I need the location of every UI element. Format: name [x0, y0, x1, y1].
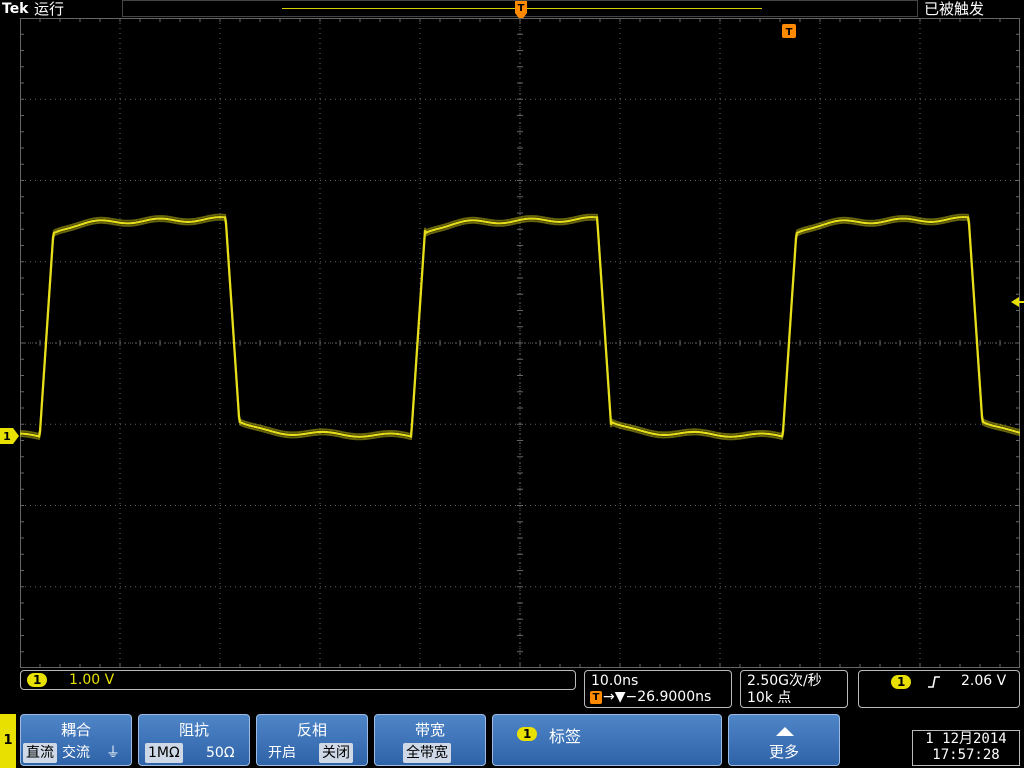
trigger-level-icon[interactable]	[1010, 295, 1024, 309]
run-state: 运行	[34, 0, 65, 18]
invert-button[interactable]: 反相 开启 关闭	[256, 714, 368, 766]
date-text: 1 12月2014	[925, 731, 1007, 747]
brand-logo: Tek	[2, 1, 29, 17]
arrow-up-icon	[776, 727, 794, 736]
trigger-source-badge: 1	[891, 675, 912, 689]
menu-channel-tab[interactable]: 1	[0, 714, 16, 768]
record-length: 10k 点	[747, 690, 792, 706]
channel-1-badge: 1	[27, 673, 48, 687]
coupling-ac-option[interactable]: 交流	[59, 743, 93, 763]
bandwidth-value: 全带宽	[403, 743, 451, 763]
impedance-50-option[interactable]: 50Ω	[203, 743, 238, 763]
waveform-display[interactable]	[20, 18, 1020, 668]
trigger-expansion-label: T	[786, 27, 793, 38]
date-time-display: 1 12月2014 17:57:28	[912, 730, 1020, 766]
channel-1-ground-marker[interactable]: 1	[0, 427, 20, 445]
coupling-dc-option[interactable]: 直流	[23, 743, 57, 763]
graticule	[20, 18, 1020, 668]
trigger-readout[interactable]: 1 2.06 V	[858, 670, 1020, 708]
trigger-position-label: T	[518, 3, 525, 14]
sample-rate: 2.50G次/秒	[747, 673, 822, 689]
timebase-readout[interactable]: 10.0ns T →▼−26.9000ns	[584, 670, 732, 708]
label-button[interactable]: 1 标签	[492, 714, 722, 766]
more-button[interactable]: 更多	[728, 714, 840, 766]
bandwidth-title: 带宽	[414, 721, 445, 739]
invert-off-option[interactable]: 关闭	[319, 743, 353, 763]
waveform-trace-envelope	[20, 213, 1020, 436]
channel-scale: 1.00 V	[69, 672, 115, 688]
channel-1-ground-label: 1	[3, 430, 11, 443]
coupling-ground-option[interactable]: ⏚	[103, 743, 123, 763]
invert-title: 反相	[296, 721, 327, 739]
impedance-title: 阻抗	[178, 721, 209, 739]
impedance-button[interactable]: 阻抗 1MΩ 50Ω	[138, 714, 250, 766]
impedance-1m-option[interactable]: 1MΩ	[145, 743, 183, 763]
bandwidth-button[interactable]: 带宽 全带宽	[374, 714, 486, 766]
status-bar: Tek 运行 T 已被触发	[0, 0, 1024, 21]
trigger-delay: →▼−26.9000ns	[603, 689, 712, 705]
coupling-title: 耦合	[60, 721, 91, 739]
time-text: 17:57:28	[932, 747, 1000, 763]
channel-1-readout[interactable]: 1 1.00 V	[20, 670, 576, 690]
acquisition-readout[interactable]: 2.50G次/秒 10k 点	[740, 670, 848, 708]
rising-edge-icon	[928, 676, 940, 688]
invert-on-option[interactable]: 开启	[265, 743, 299, 763]
trigger-expansion-icon: T	[782, 24, 796, 38]
more-title: 更多	[768, 743, 799, 761]
coupling-button[interactable]: 耦合 直流 交流 ⏚	[20, 714, 132, 766]
trigger-status: 已被触发	[924, 0, 985, 18]
trigger-delay-icon: T	[590, 691, 602, 704]
label-title: 标签	[549, 727, 582, 746]
label-channel-badge: 1	[517, 727, 538, 741]
trigger-level: 2.06 V	[961, 673, 1007, 689]
